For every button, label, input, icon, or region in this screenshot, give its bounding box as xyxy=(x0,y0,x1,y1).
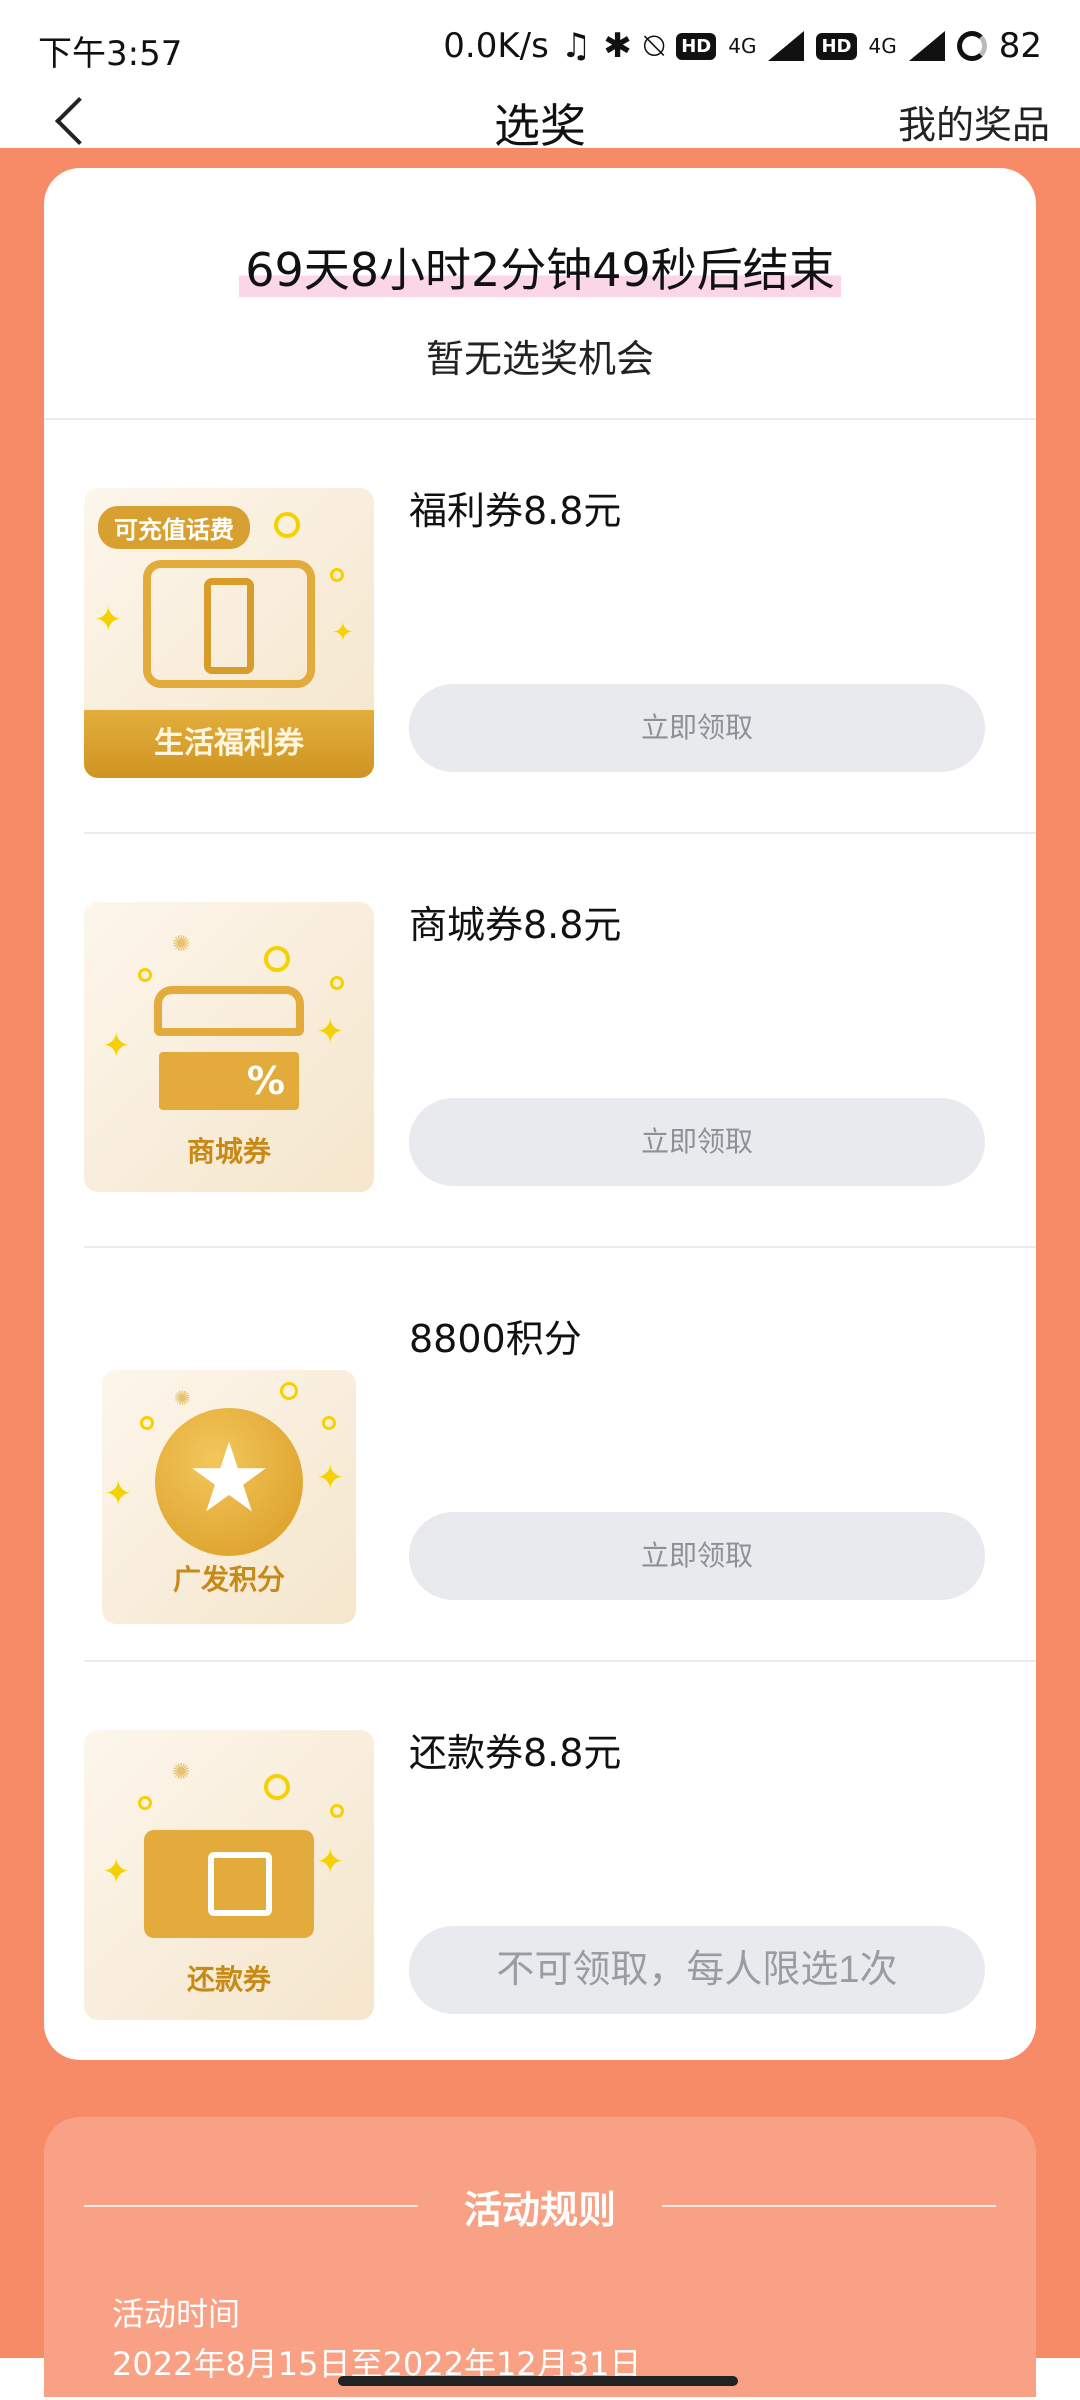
sparkle-icon: ✦ xyxy=(332,618,354,648)
sun-icon: ✺ xyxy=(172,932,191,957)
countdown-value: 69天8小时2分钟49秒后结束 xyxy=(239,243,841,297)
prize-thumbnail-welfare: 可充值话费 ✦ ✦ 生活福利券 xyxy=(84,488,374,778)
repayment-ticket-icon xyxy=(144,1830,314,1938)
thumb-caption: 生活福利券 xyxy=(84,710,374,778)
rules-divider-right xyxy=(662,2205,996,2207)
prize-row-mall: ✺ ✦ ✦ % 商城券 商城券8.8元 立即领取 xyxy=(44,834,1036,1248)
sparkle-icon: ✦ xyxy=(102,1026,131,1066)
status-icons: 0.0K/s ♫ ✱ ⍉ HD 4G HD 4G 82 xyxy=(443,24,1042,68)
decor-ring xyxy=(330,976,344,990)
my-prizes-link[interactable]: 我的奖品 xyxy=(898,94,1050,149)
sparkle-icon: ✦ xyxy=(316,1842,345,1882)
earbuds-icon: ♫ xyxy=(560,26,592,66)
decor-ring xyxy=(140,1416,154,1430)
thumb-caption: 商城券 xyxy=(186,1135,271,1168)
star-coin-icon: ★ xyxy=(155,1408,303,1556)
claim-limit-button[interactable]: 不可领取，每人限选1次 xyxy=(409,1926,985,2014)
signal-icon-2 xyxy=(908,31,945,61)
prize-thumbnail-mall: ✺ ✦ ✦ % 商城券 xyxy=(84,902,374,1192)
prize-row-welfare: 可充值话费 ✦ ✦ 生活福利券 福利券8.8元 立即领取 xyxy=(44,420,1036,834)
store-icon xyxy=(154,986,304,1036)
sun-icon: ✺ xyxy=(172,1760,191,1785)
network-type: 4G xyxy=(728,34,757,58)
chance-status: 暂无选奖机会 xyxy=(425,337,654,381)
prize-row-points: ✺ ✦ ✦ ★ 广发积分 8800积分 立即领取 xyxy=(44,1248,1036,1662)
countdown-text: 69天8小时2分钟49秒后结束 xyxy=(44,234,1036,300)
claim-button[interactable]: 立即领取 xyxy=(409,684,985,772)
network-type-2: 4G xyxy=(868,34,897,58)
sparkle-icon: ✦ xyxy=(94,600,123,640)
sun-icon: ✺ xyxy=(174,1386,191,1410)
sparkle-icon: ✦ xyxy=(104,1474,133,1514)
decor-ring xyxy=(330,1804,344,1818)
net-speed: 0.0K/s xyxy=(443,26,549,66)
decor-ring xyxy=(330,568,344,582)
decor-ring xyxy=(264,946,290,972)
hd-badge-2: HD xyxy=(816,32,857,60)
sparkle-icon: ✦ xyxy=(102,1852,131,1892)
main-area: 69天8小时2分钟49秒后结束 暂无选奖机会 可充值话费 ✦ ✦ 生活福利券 福… xyxy=(0,148,1080,2397)
decor-ring xyxy=(322,1416,336,1430)
bluetooth-icon: ✱ xyxy=(603,26,632,66)
store-discount-icon: % xyxy=(159,1052,299,1110)
nav-bar: 选奖 我的奖品 xyxy=(0,94,1080,153)
status-time: 下午3:57 xyxy=(38,34,183,74)
battery-icon xyxy=(956,31,987,61)
prize-thumbnail-points: ✺ ✦ ✦ ★ 广发积分 xyxy=(102,1370,356,1624)
prize-name: 8800积分 xyxy=(409,1317,582,1361)
thumb-tag: 可充值话费 xyxy=(98,506,250,549)
sparkle-icon: ✦ xyxy=(316,1012,345,1052)
hd-badge: HD xyxy=(676,32,717,60)
thumb-caption: 还款券 xyxy=(186,1963,271,1996)
decor-ring xyxy=(274,512,300,538)
prize-thumbnail-repayment: ✺ ✦ ✦ 还款券 xyxy=(84,1730,374,2020)
rules-panel: 活动规则 活动时间 2022年8月15日至2022年12月31日 xyxy=(44,2117,1036,2397)
home-indicator[interactable] xyxy=(338,2376,738,2386)
claim-button[interactable]: 立即领取 xyxy=(409,1098,985,1186)
phone-recharge-icon xyxy=(143,560,315,688)
prize-card: 69天8小时2分钟49秒后结束 暂无选奖机会 可充值话费 ✦ ✦ 生活福利券 福… xyxy=(44,168,1036,2060)
prize-row-repayment: ✺ ✦ ✦ 还款券 还款券8.8元 不可领取，每人限选1次 xyxy=(44,1662,1036,2060)
rules-time-label: 活动时间 xyxy=(112,2295,241,2333)
decor-ring xyxy=(138,1796,152,1810)
mute-icon: ⍉ xyxy=(643,26,665,66)
decor-ring xyxy=(280,1382,298,1400)
status-bar: 下午3:57 0.0K/s ♫ ✱ ⍉ HD 4G HD 4G 82 xyxy=(0,0,1080,96)
decor-ring xyxy=(264,1774,290,1800)
battery-level: 82 xyxy=(998,26,1042,66)
thumb-caption: 广发积分 xyxy=(172,1563,285,1596)
sparkle-icon: ✦ xyxy=(316,1458,345,1498)
claim-button[interactable]: 立即领取 xyxy=(409,1512,985,1600)
decor-ring xyxy=(138,968,152,982)
prize-name: 还款券8.8元 xyxy=(409,1731,622,1775)
prize-name: 商城券8.8元 xyxy=(409,903,622,947)
signal-icon xyxy=(768,31,805,61)
prize-name: 福利券8.8元 xyxy=(409,489,622,533)
